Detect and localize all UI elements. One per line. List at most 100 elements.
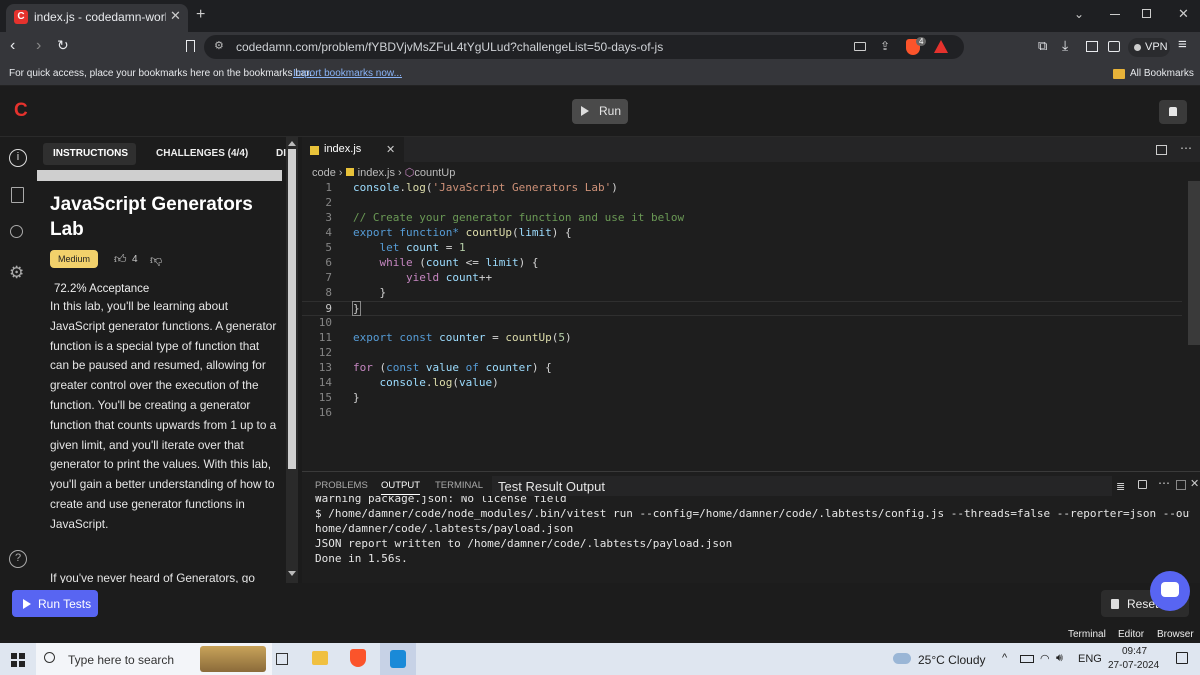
scroll-thumb[interactable] — [288, 149, 296, 469]
windows-start-icon[interactable] — [11, 653, 25, 667]
split-editor-icon[interactable] — [1156, 145, 1167, 155]
close-editor-tab-icon[interactable]: ✕ — [386, 143, 395, 156]
reload-icon[interactable]: ↻ — [57, 37, 69, 54]
output-channel-label: Test Result Output — [498, 479, 605, 494]
address-bar[interactable]: ⚙ codedamn.com/problem/fYBDVjvMsZFuL4tYg… — [204, 35, 964, 59]
language-indicator[interactable]: ENG — [1078, 653, 1102, 665]
extensions-icon[interactable]: ⧉ — [1038, 38, 1047, 54]
chat-icon — [1161, 582, 1179, 597]
volume-icon[interactable]: 🔊︎ — [1056, 652, 1063, 665]
share-icon[interactable]: ⇪ — [880, 39, 890, 53]
browser-toolbar: ‹ › ↻ ⚙ codedamn.com/problem/fYBDVjvMsZF… — [0, 32, 1200, 62]
tabs-scrollbar[interactable] — [37, 170, 282, 181]
clock-date[interactable]: 27-07-2024 — [1108, 660, 1159, 671]
tab-terminal[interactable]: TERMINAL — [435, 480, 483, 491]
clear-output-icon[interactable]: ≣ — [1116, 480, 1125, 493]
trash-icon — [1111, 599, 1119, 609]
sidebar-toggle-icon[interactable] — [1086, 41, 1098, 52]
weather-text[interactable]: 25°C Cloudy — [918, 653, 986, 667]
settings-gear-icon[interactable]: ⚙ — [9, 263, 24, 283]
help-icon[interactable]: ? — [9, 550, 27, 568]
brave-taskbar-icon[interactable] — [350, 649, 366, 667]
file-explorer-icon[interactable] — [312, 651, 328, 665]
battery-icon[interactable] — [1020, 655, 1034, 663]
breadcrumb-code[interactable]: code — [312, 167, 336, 179]
more-actions-icon[interactable]: ⋯ — [1180, 141, 1192, 155]
clock-time[interactable]: 09:47 — [1122, 646, 1147, 657]
new-tab-icon[interactable]: + — [196, 6, 205, 24]
tab-challenges[interactable]: CHALLENGES (4/4) — [156, 148, 248, 159]
instructions-body-continued: If you've never heard of Generators, go — [50, 571, 255, 583]
windows-taskbar: Type here to search 25°C Cloudy ^ ◠ 🔊︎ E… — [0, 643, 1200, 675]
vscode-taskbar-icon[interactable] — [380, 643, 416, 675]
js-file-icon — [310, 146, 319, 155]
bookmark-page-icon[interactable] — [186, 40, 195, 52]
breadcrumb-symbol[interactable]: countUp — [414, 167, 455, 179]
tab-output[interactable]: OUTPUT — [381, 480, 421, 495]
bookmarks-bar: For quick access, place your bookmarks h… — [0, 62, 1200, 86]
lab-settings-button[interactable] — [1159, 100, 1187, 124]
close-panel-icon[interactable]: ✕ — [1190, 477, 1199, 490]
tab-discussion[interactable]: DI — [276, 148, 286, 159]
close-tab-icon[interactable]: ✕ — [170, 8, 181, 24]
scroll-down-icon[interactable] — [288, 571, 296, 576]
chat-support-button[interactable] — [1150, 571, 1190, 611]
brave-rewards-icon[interactable] — [934, 40, 948, 53]
editor-tab-bar: index.js ✕ ⋯ — [302, 137, 1200, 162]
output-line: $ /home/damner/code/node_modules/.bin/vi… — [315, 507, 1190, 520]
notifications-icon[interactable] — [1176, 652, 1188, 664]
site-settings-icon[interactable]: ⚙ — [214, 39, 224, 52]
codedamn-favicon-icon: C — [14, 10, 28, 24]
wifi-icon[interactable]: ◠ — [1040, 652, 1050, 665]
taskbar-search[interactable]: Type here to search — [36, 643, 272, 675]
files-icon[interactable] — [11, 187, 24, 203]
maximize-panel-icon[interactable] — [1176, 480, 1186, 490]
info-icon[interactable]: i — [9, 149, 27, 167]
menu-icon[interactable]: ≡ — [1178, 36, 1187, 53]
instructions-scrollbar[interactable] — [286, 137, 298, 583]
wallet-icon[interactable] — [1108, 41, 1120, 52]
brave-shield-badge: 4 — [916, 37, 927, 46]
thumbs-up-icon[interactable]: 👍︎ — [114, 252, 127, 267]
mode-editor[interactable]: Editor — [1118, 629, 1144, 640]
page-title: JavaScript Generators Lab — [50, 194, 253, 240]
import-bookmarks-link[interactable]: Import bookmarks now... — [293, 68, 402, 79]
restore-icon[interactable] — [1142, 9, 1151, 18]
lock-scroll-icon[interactable] — [1138, 480, 1147, 489]
cast-icon[interactable] — [854, 42, 866, 51]
browser-tab-bar: C index.js - codedamn-workspace ✕ + ⌄ ✕ — [0, 0, 1200, 32]
lab-icon — [1169, 107, 1177, 116]
tab-instructions[interactable]: INSTRUCTIONS — [43, 143, 136, 165]
scroll-up-icon[interactable] — [288, 141, 296, 146]
tab-search-chevron-icon[interactable]: ⌄ — [1074, 7, 1084, 21]
output-line: Done in 1.56s. — [315, 552, 408, 565]
back-icon[interactable]: ‹ — [10, 37, 15, 55]
browser-tab[interactable]: C index.js - codedamn-workspace ✕ — [6, 4, 188, 32]
vpn-button[interactable]: VPN — [1128, 38, 1170, 57]
breadcrumb-file[interactable]: index.js — [358, 167, 395, 179]
minimize-icon[interactable] — [1110, 14, 1120, 15]
search-icon[interactable] — [10, 225, 23, 238]
url-text: codedamn.com/problem/fYBDVjvMsZFuL4tYgUL… — [236, 40, 664, 54]
thumbs-down-icon[interactable]: 👎︎ — [150, 253, 162, 268]
output-channel-select[interactable]: Test Result Output — [492, 476, 1112, 496]
all-bookmarks[interactable]: All Bookmarks — [1130, 68, 1194, 79]
run-tests-button[interactable]: Run Tests — [12, 590, 98, 617]
forward-icon[interactable]: › — [36, 37, 41, 55]
run-button[interactable]: Run — [572, 99, 628, 124]
close-window-icon[interactable]: ✕ — [1178, 6, 1189, 22]
editor-scrollbar[interactable] — [1188, 181, 1200, 345]
codedamn-logo[interactable]: C — [14, 100, 28, 122]
task-view-icon[interactable] — [276, 653, 288, 665]
layout-mode-bar: Terminal Editor Browser — [0, 625, 1200, 643]
vpn-label: VPN — [1145, 41, 1168, 53]
code-area[interactable]: 1 console.log('JavaScript Generators Lab'… — [302, 181, 1182, 469]
tab-problems[interactable]: PROBLEMS — [315, 480, 368, 491]
editor-tab-index-js[interactable]: index.js ✕ — [302, 137, 404, 162]
more-actions-icon[interactable]: ⋯ — [1158, 476, 1170, 490]
show-hidden-icons[interactable]: ^ — [1002, 652, 1007, 664]
mode-terminal[interactable]: Terminal — [1068, 629, 1106, 640]
code-editor: index.js ✕ ⋯ code › index.js › ⬡countUp … — [302, 137, 1200, 471]
download-icon[interactable]: ⤓ — [1062, 37, 1068, 54]
mode-browser[interactable]: Browser — [1157, 629, 1194, 640]
